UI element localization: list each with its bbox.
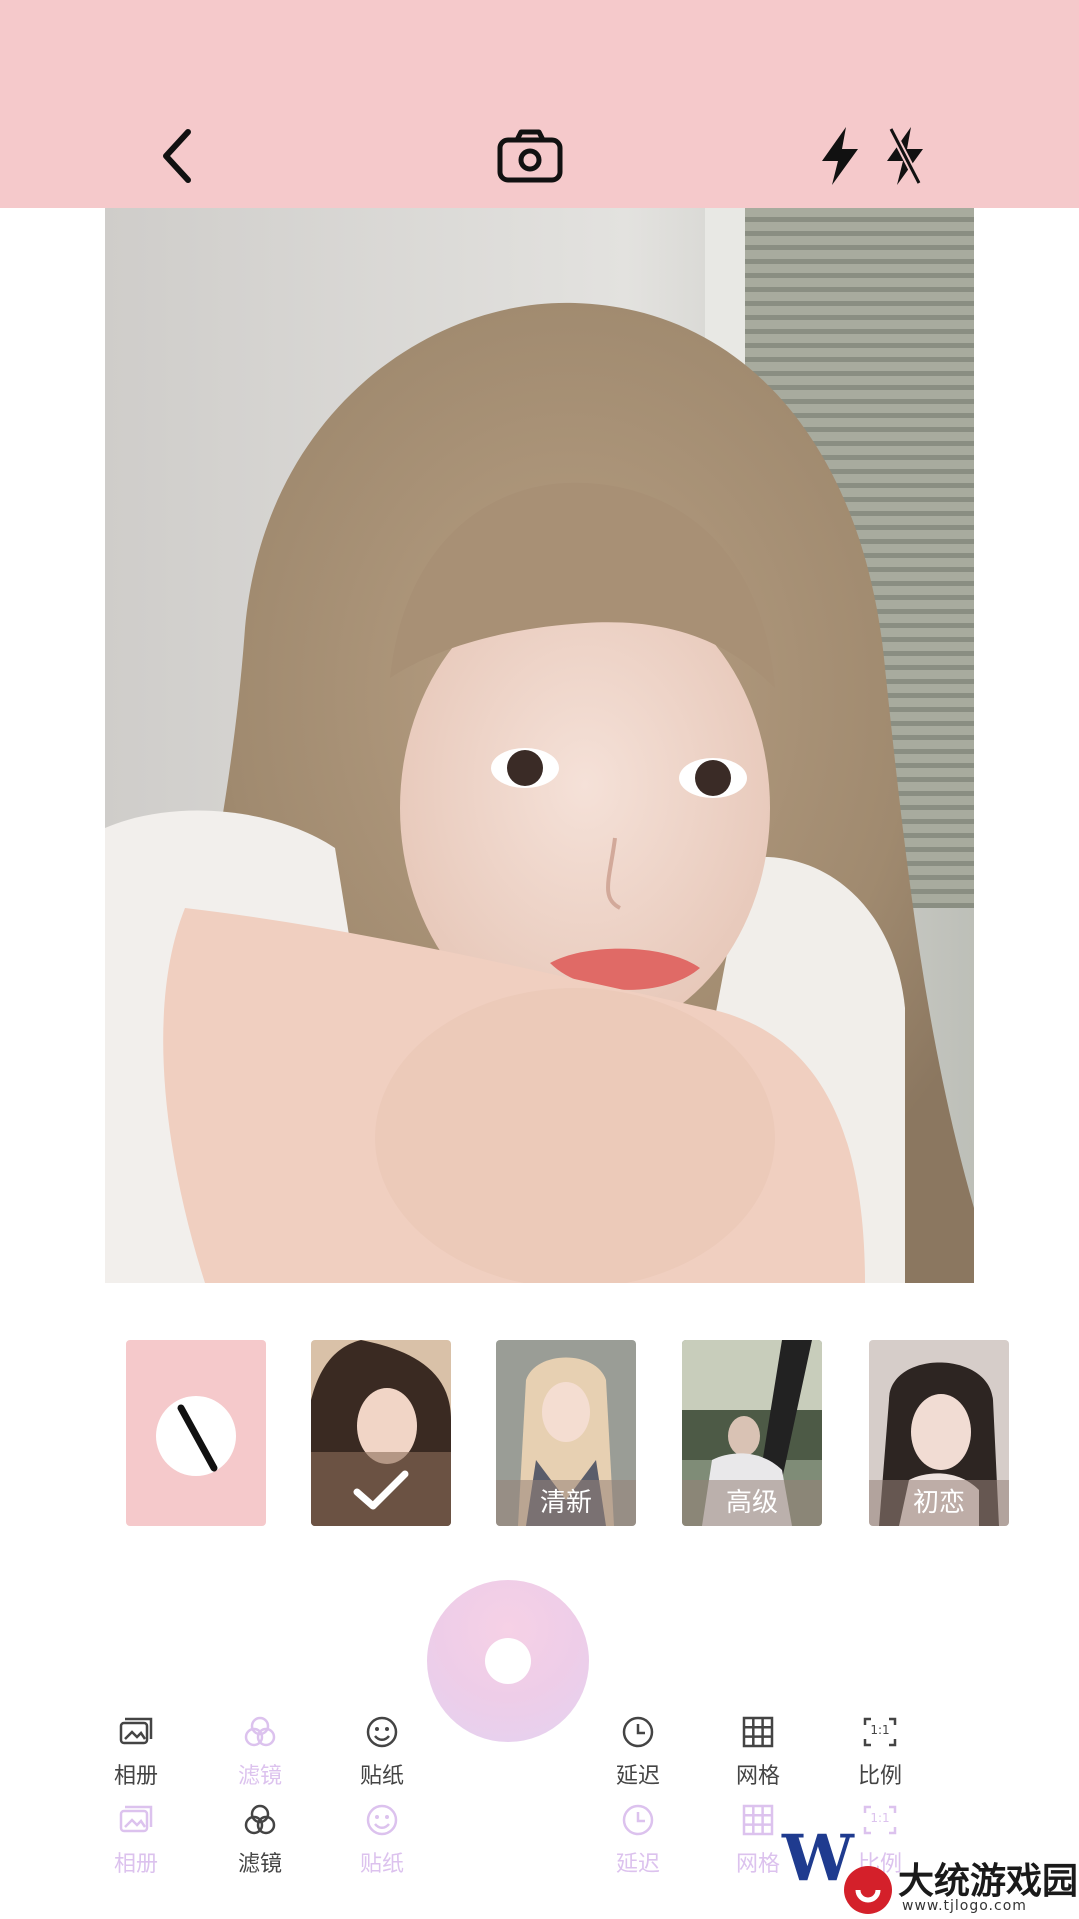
sticker-icon xyxy=(334,1712,430,1752)
tool-timer-alt[interactable]: 延迟 xyxy=(590,1800,686,1878)
tool-filter-label: 滤镜 xyxy=(237,1764,282,1789)
grid-icon xyxy=(710,1712,806,1752)
ratio-badge: 1:1 xyxy=(870,1723,890,1737)
tool-timer[interactable]: 延迟 xyxy=(590,1712,686,1790)
timer-icon xyxy=(590,1800,686,1840)
camera-icon[interactable] xyxy=(494,120,566,192)
tool-ratio[interactable]: 1:1 比例 xyxy=(832,1712,928,1790)
filter-selected[interactable] xyxy=(311,1340,451,1526)
flash-icon[interactable] xyxy=(803,120,875,192)
chevron-left-icon[interactable] xyxy=(140,120,212,192)
tool-album-alt[interactable]: 相册 xyxy=(88,1800,184,1878)
tool-sticker-alt-label: 贴纸 xyxy=(359,1852,404,1877)
tool-filter[interactable]: 滤镜 xyxy=(212,1712,308,1790)
filter-icon xyxy=(212,1800,308,1840)
tool-album-alt-label: 相册 xyxy=(113,1852,158,1877)
flash-off-icon[interactable] xyxy=(868,120,940,192)
watermark: W 大统游戏园 www.tjlogo.com xyxy=(780,1818,1079,1919)
top-bar xyxy=(0,0,1079,208)
filter-label: 初恋 xyxy=(869,1480,1009,1526)
tool-album[interactable]: 相册 xyxy=(88,1712,184,1790)
tool-timer-alt-label: 延迟 xyxy=(615,1852,660,1877)
shutter-inner xyxy=(485,1638,531,1684)
camera-preview xyxy=(105,208,974,1283)
tool-timer-label: 延迟 xyxy=(615,1764,660,1789)
filter-label: 高级 xyxy=(682,1480,822,1526)
watermark-brand: 大统游戏园 xyxy=(898,1861,1079,1902)
filter-none[interactable] xyxy=(126,1340,266,1526)
timer-icon xyxy=(590,1712,686,1752)
shutter-button[interactable] xyxy=(427,1580,589,1742)
tool-filter-alt-label: 滤镜 xyxy=(237,1852,282,1877)
tool-grid-label: 网格 xyxy=(735,1764,780,1789)
filter-icon xyxy=(212,1712,308,1752)
checkmark-icon xyxy=(353,1470,409,1510)
tool-sticker[interactable]: 贴纸 xyxy=(334,1712,430,1790)
ratio-icon: 1:1 xyxy=(832,1712,928,1752)
sticker-icon xyxy=(334,1800,430,1840)
tool-sticker-alt[interactable]: 贴纸 xyxy=(334,1800,430,1878)
tool-filter-alt[interactable]: 滤镜 xyxy=(212,1800,308,1878)
filter-label: 清新 xyxy=(496,1480,636,1526)
tool-album-label: 相册 xyxy=(113,1764,158,1789)
album-icon xyxy=(88,1800,184,1840)
watermark-url: www.tjlogo.com xyxy=(902,1898,1027,1914)
tool-sticker-label: 贴纸 xyxy=(359,1764,404,1789)
no-filter-icon xyxy=(156,1396,236,1476)
filter-first-love[interactable]: 初恋 xyxy=(869,1340,1009,1526)
filter-strip: 清新 高级 初恋 xyxy=(0,1340,1079,1528)
svg-text:W: W xyxy=(781,1821,855,1896)
tool-ratio-label: 比例 xyxy=(857,1764,902,1789)
filter-fresh[interactable]: 清新 xyxy=(496,1340,636,1526)
filter-premium[interactable]: 高级 xyxy=(682,1340,822,1526)
tool-grid[interactable]: 网格 xyxy=(710,1712,806,1790)
album-icon xyxy=(88,1712,184,1752)
